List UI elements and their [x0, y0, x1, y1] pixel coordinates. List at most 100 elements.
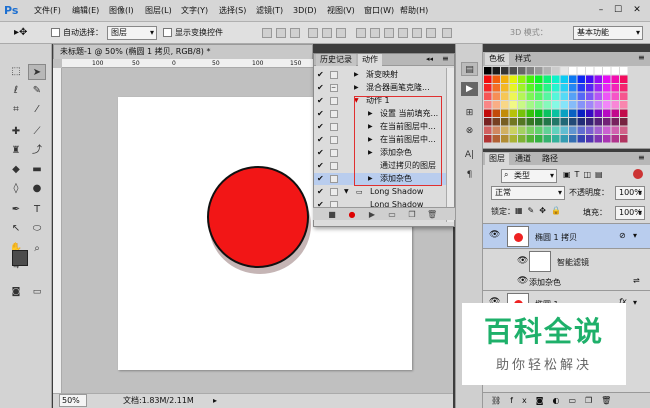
distribute-vcenter-icon[interactable] [370, 28, 380, 38]
swatch[interactable] [518, 135, 526, 143]
swatch[interactable] [586, 75, 594, 84]
opacity-input[interactable]: 100% [615, 186, 645, 200]
action-row[interactable]: ✔ ▶ 渐变映射 [314, 69, 446, 81]
swatch[interactable] [484, 75, 492, 84]
menu-file[interactable]: 文件(F) [34, 5, 61, 17]
menu-help[interactable]: 帮助(H) [400, 5, 428, 17]
swatch[interactable] [552, 84, 560, 92]
swatch[interactable] [492, 67, 501, 75]
swatch[interactable] [543, 126, 552, 135]
swatch[interactable] [577, 84, 586, 92]
swatch[interactable] [569, 135, 577, 143]
swatch[interactable] [518, 101, 526, 109]
menu-view[interactable]: 视图(V) [327, 5, 355, 17]
swatch[interactable] [518, 126, 526, 135]
swatch[interactable] [560, 101, 569, 109]
panel-menu-icon[interactable]: ≡ [442, 54, 449, 63]
swatch[interactable] [594, 118, 603, 126]
swatch[interactable] [603, 101, 611, 109]
eye-icon[interactable]: 👁 [517, 256, 528, 266]
swatch[interactable] [535, 126, 543, 135]
swatch[interactable] [620, 135, 628, 143]
swatch[interactable] [543, 84, 552, 92]
tab-layers[interactable]: 图层 [485, 153, 509, 165]
panel-menu-icon[interactable]: ≡ [638, 53, 645, 62]
layer-row-selected[interactable]: 👁 椭圆 1 拷贝 ⊘ ▾ [483, 223, 650, 249]
swatch[interactable] [552, 109, 560, 118]
history-brush-icon[interactable]: ⤴ [28, 143, 46, 159]
swatch[interactable] [526, 75, 535, 84]
menu-edit[interactable]: 编辑(E) [72, 5, 99, 17]
swatch[interactable] [620, 118, 628, 126]
swatch[interactable] [611, 135, 620, 143]
auto-select-dropdown[interactable]: 图层 [107, 26, 157, 40]
swatch[interactable] [518, 75, 526, 84]
layer-filter-dropdown[interactable]: 类型 [501, 169, 557, 183]
swatch[interactable] [560, 67, 569, 75]
swatch[interactable] [611, 118, 620, 126]
swatch[interactable] [594, 109, 603, 118]
blur-tool-icon[interactable]: ◊ [7, 181, 25, 197]
status-arrow-icon[interactable]: ▸ [213, 394, 217, 408]
swatch[interactable] [484, 126, 492, 135]
marquee-tool-icon[interactable]: ⬚ [7, 64, 25, 80]
swatch[interactable] [569, 92, 577, 101]
menu-select[interactable]: 选择(S) [219, 5, 246, 17]
swatch[interactable] [569, 75, 577, 84]
swatch[interactable] [484, 101, 492, 109]
swatch[interactable] [577, 135, 586, 143]
align-hcenter-icon[interactable] [322, 28, 332, 38]
eyedropper-icon[interactable]: ⁄ [28, 102, 46, 118]
swatch[interactable] [501, 84, 509, 92]
clone-source-icon[interactable]: ⊗ [461, 124, 478, 138]
fill-input[interactable]: 100% [615, 206, 645, 220]
swatch[interactable] [526, 92, 535, 101]
history-panel-icon[interactable]: ▤ [461, 62, 478, 76]
swatch[interactable] [611, 126, 620, 135]
swatch[interactable] [603, 84, 611, 92]
trash-icon[interactable]: 🗑 [427, 210, 437, 219]
ellipse-tool-icon[interactable]: ⬭ [28, 221, 46, 237]
menu-filter[interactable]: 滤镜(T) [256, 5, 283, 17]
swatch[interactable] [501, 75, 509, 84]
swatch[interactable] [603, 109, 611, 118]
swatch[interactable] [552, 135, 560, 143]
swatch[interactable] [569, 84, 577, 92]
swatch[interactable] [526, 126, 535, 135]
swatch[interactable] [577, 92, 586, 101]
swatch[interactable] [501, 126, 509, 135]
swatch[interactable] [586, 126, 594, 135]
swatch[interactable] [594, 126, 603, 135]
swatch[interactable] [484, 92, 492, 101]
lasso-tool-icon[interactable]: ℓ [7, 83, 25, 99]
action-set-row[interactable]: ✔ Long Shadow [314, 199, 446, 207]
swatch[interactable] [560, 126, 569, 135]
swatch[interactable] [509, 67, 518, 75]
swatch[interactable] [611, 84, 620, 92]
distribute-right-icon[interactable] [426, 28, 436, 38]
swatch[interactable] [603, 135, 611, 143]
actions-panel-icon[interactable]: ▶ [461, 82, 478, 96]
swatch[interactable] [501, 67, 509, 75]
zoom-level[interactable]: 50% [59, 394, 87, 407]
swatch[interactable] [577, 101, 586, 109]
swatch[interactable] [535, 101, 543, 109]
swatch[interactable] [509, 101, 518, 109]
swatch[interactable] [484, 84, 492, 92]
swatch[interactable] [577, 109, 586, 118]
swatch[interactable] [543, 118, 552, 126]
swatch[interactable] [586, 92, 594, 101]
quick-select-icon[interactable]: ✎ [28, 83, 46, 99]
tab-swatches[interactable]: 色板 [485, 53, 509, 65]
swatch[interactable] [603, 75, 611, 84]
swatch[interactable] [620, 75, 628, 84]
pen-tool-icon[interactable]: ✒ [7, 202, 25, 218]
swatch[interactable] [552, 126, 560, 135]
swatch[interactable] [484, 135, 492, 143]
swatch[interactable] [577, 118, 586, 126]
swatch[interactable] [611, 92, 620, 101]
swatch[interactable] [492, 135, 501, 143]
character-panel-icon[interactable]: A| [461, 148, 478, 162]
document-tab[interactable]: 未标题-1 @ 50% (椭圆 1 拷贝, RGB/8) * [53, 44, 313, 59]
swatch[interactable] [509, 109, 518, 118]
